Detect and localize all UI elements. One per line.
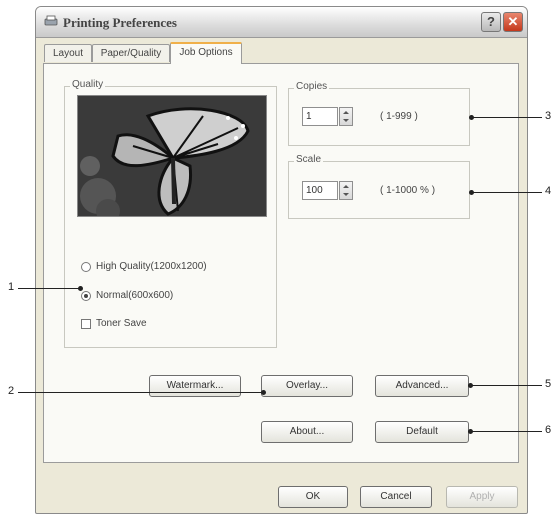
callout-5-dot [468, 383, 473, 388]
toner-save-checkbox[interactable] [81, 319, 91, 329]
callout-3-dot [469, 115, 474, 120]
callout-2-dot [261, 390, 266, 395]
scale-range: ( 1-1000 % ) [380, 185, 436, 196]
callout-6-line [469, 431, 542, 432]
cancel-button[interactable]: Cancel [360, 486, 432, 508]
butterfly-icon [78, 96, 266, 216]
copies-spinner[interactable] [339, 107, 353, 126]
apply-button[interactable]: Apply [446, 486, 518, 508]
high-quality-radio[interactable] [81, 262, 91, 272]
tab-layout[interactable]: Layout [44, 44, 92, 62]
watermark-button[interactable]: Watermark... [149, 375, 241, 397]
scale-input[interactable]: 100 [302, 181, 338, 200]
normal-quality-radio[interactable] [81, 291, 91, 301]
arrow-down-icon[interactable] [343, 193, 349, 196]
callout-2-line [18, 392, 263, 393]
callout-4-label: 4 [545, 185, 552, 197]
high-quality-label[interactable]: High Quality(1200x1200) [96, 261, 207, 272]
scale-spinner[interactable] [339, 181, 353, 200]
callout-4-dot [469, 190, 474, 195]
callout-5-label: 5 [545, 378, 552, 390]
normal-quality-label[interactable]: Normal(600x600) [96, 290, 173, 301]
overlay-button[interactable]: Overlay... [261, 375, 353, 397]
arrow-up-icon[interactable] [343, 185, 349, 188]
callout-1-dot [78, 286, 83, 291]
copies-range: ( 1-999 ) [380, 111, 418, 122]
toner-save-label[interactable]: Toner Save [96, 318, 147, 329]
callout-6-label: 6 [545, 424, 552, 436]
callout-6-dot [468, 429, 473, 434]
arrow-down-icon[interactable] [343, 119, 349, 122]
window-title: Printing Preferences [63, 15, 177, 30]
callout-5-line [469, 385, 542, 386]
quality-group-title: Quality [70, 79, 106, 90]
scale-group-title: Scale [294, 154, 324, 165]
arrow-up-icon[interactable] [343, 111, 349, 114]
ok-button[interactable]: OK [278, 486, 348, 508]
printer-icon [44, 15, 58, 26]
tab-paper-quality[interactable]: Paper/Quality [92, 44, 170, 62]
help-button[interactable]: ? [481, 12, 501, 32]
callout-2-label: 2 [8, 385, 15, 397]
advanced-button[interactable]: Advanced... [375, 375, 469, 397]
copies-group-title: Copies [294, 81, 330, 92]
default-button[interactable]: Default [375, 421, 469, 443]
callout-1-label: 1 [8, 281, 15, 293]
callout-3-line [470, 117, 542, 118]
copies-input[interactable]: 1 [302, 107, 338, 126]
callout-3-label: 3 [545, 110, 552, 122]
title-bar[interactable]: Printing Preferences ? ✕ [36, 7, 527, 38]
tab-job-options[interactable]: Job Options [170, 42, 242, 64]
callout-4-line [470, 192, 542, 193]
about-button[interactable]: About... [261, 421, 353, 443]
quality-preview-image [77, 95, 267, 217]
callout-1-line [18, 288, 80, 289]
close-button[interactable]: ✕ [503, 12, 523, 32]
